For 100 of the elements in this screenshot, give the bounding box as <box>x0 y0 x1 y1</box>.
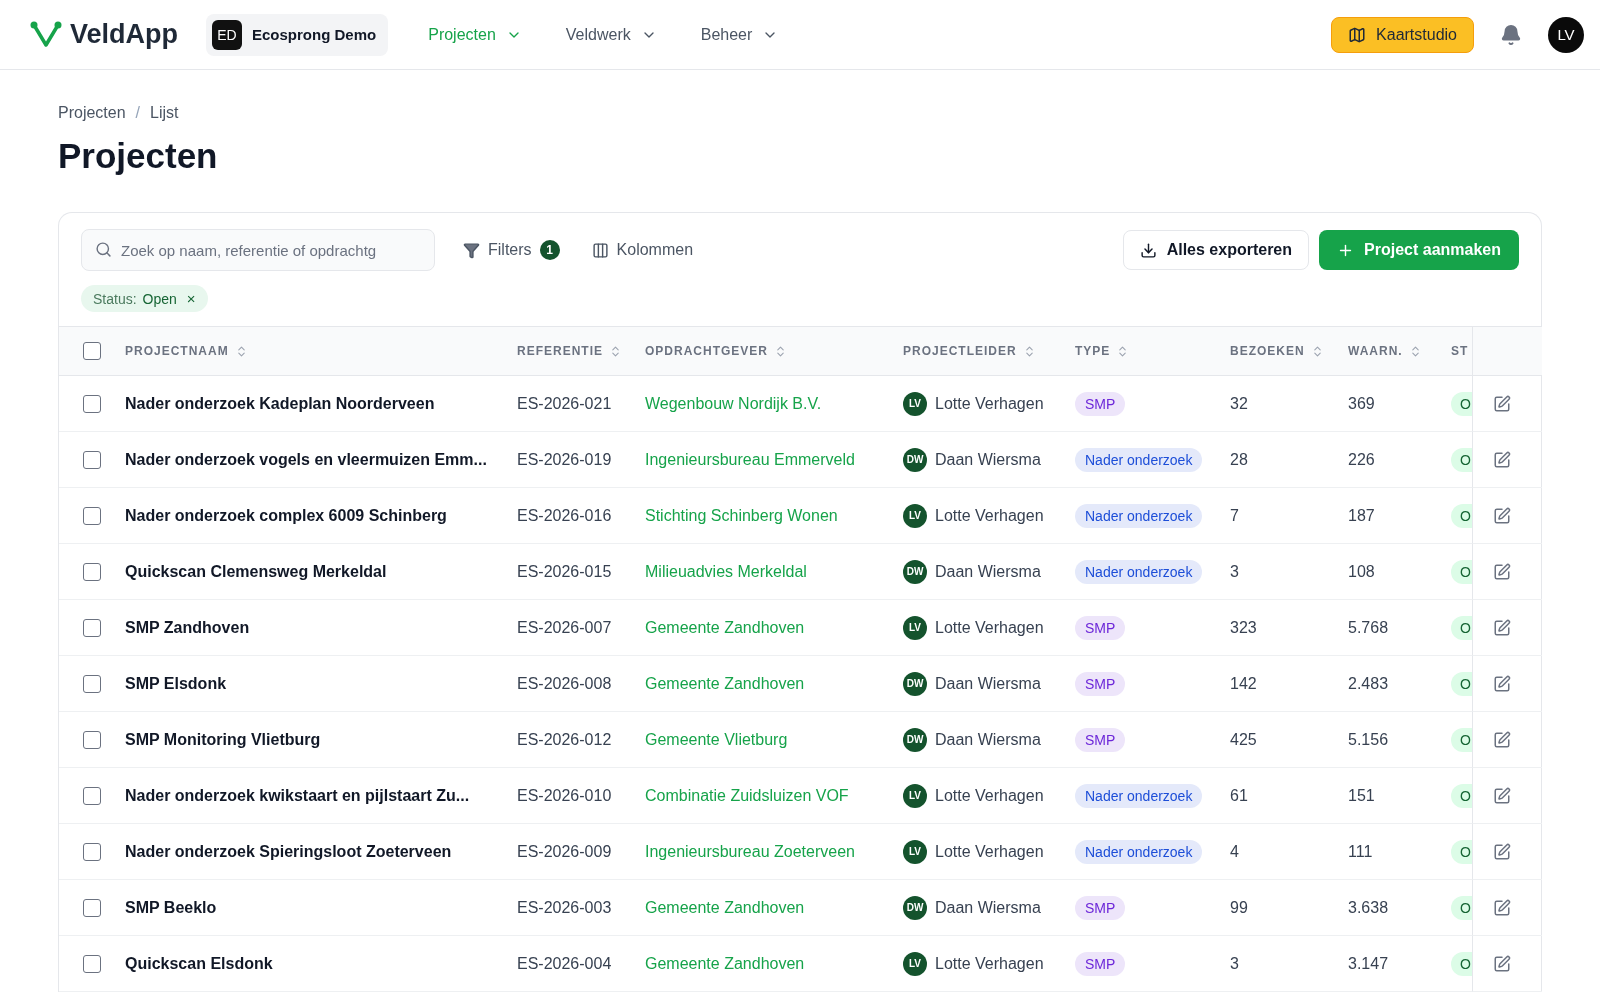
project-name[interactable]: Nader onderzoek kwikstaart en pijlstaart Zu... <box>125 786 470 805</box>
project-name[interactable]: Quickscan Clemensweg Merkeldal <box>125 562 387 581</box>
project-name[interactable]: SMP Zandhoven <box>125 618 250 637</box>
column-header[interactable]: PROJECTNAAM <box>125 326 517 376</box>
user-avatar[interactable]: LV <box>1548 16 1584 53</box>
column-header[interactable]: REFERENTIE <box>517 326 645 376</box>
type-tag: Nader onderzoek <box>1075 503 1203 528</box>
sort-icon <box>774 344 787 358</box>
filters-button[interactable]: Filters 1 <box>459 234 564 266</box>
edit-icon[interactable] <box>1493 730 1511 749</box>
row-checkbox[interactable] <box>83 898 101 917</box>
status-tag: O <box>1451 839 1472 864</box>
leader-name: Lotte Verhagen <box>935 786 1044 805</box>
reference-text: ES-2026-019 <box>517 450 612 469</box>
row-checkbox[interactable] <box>83 842 101 861</box>
edit-icon[interactable] <box>1493 898 1511 917</box>
nav-menu-item[interactable]: Beheer <box>696 19 783 50</box>
breadcrumb-item[interactable]: Projecten <box>58 104 126 122</box>
filter-count-badge: 1 <box>539 240 560 260</box>
leader-name: Lotte Verhagen <box>935 842 1044 861</box>
remove-filter-button[interactable]: × <box>182 290 196 307</box>
sort-icon <box>609 344 622 358</box>
column-header[interactable]: OPDRACHTGEVER <box>645 326 903 376</box>
workspace-switcher[interactable]: ED Ecosprong Demo <box>206 13 389 56</box>
type-tag: SMP <box>1075 671 1126 696</box>
row-checkbox[interactable] <box>83 618 101 637</box>
leader-name: Lotte Verhagen <box>935 954 1044 973</box>
leader-avatar: DW <box>903 727 927 752</box>
visits-count: 7 <box>1230 506 1239 525</box>
nav-menu-item[interactable]: Veldwerk <box>561 19 661 50</box>
project-name[interactable]: Nader onderzoek vogels en vleermuizen Emm... <box>125 450 487 469</box>
breadcrumb-item: Lijst <box>150 104 179 122</box>
project-name[interactable]: SMP Beeklo <box>125 898 217 917</box>
row-checkbox[interactable] <box>83 506 101 525</box>
leader-avatar: LV <box>903 839 927 864</box>
map-studio-button[interactable]: Kaartstudio <box>1331 16 1474 53</box>
reference-text: ES-2026-012 <box>517 730 612 749</box>
visits-count: 4 <box>1230 842 1239 861</box>
status-tag: O <box>1451 783 1472 808</box>
edit-icon[interactable] <box>1493 394 1511 413</box>
observations-count: 5.156 <box>1348 730 1389 749</box>
type-tag: Nader onderzoek <box>1075 839 1203 864</box>
leader-name: Daan Wiersma <box>935 674 1041 693</box>
observations-count: 187 <box>1348 506 1375 525</box>
row-checkbox[interactable] <box>83 954 101 973</box>
leader-avatar: LV <box>903 951 927 976</box>
column-header[interactable]: WAARN. <box>1348 326 1451 376</box>
visits-count: 3 <box>1230 954 1239 973</box>
columns-button[interactable]: Kolommen <box>587 235 698 265</box>
edit-icon[interactable] <box>1493 618 1511 637</box>
type-tag: SMP <box>1075 391 1126 416</box>
row-checkbox[interactable] <box>83 394 101 413</box>
leader-name: Lotte Verhagen <box>935 506 1044 525</box>
type-tag: SMP <box>1075 895 1126 920</box>
notification-bell-icon[interactable] <box>1500 23 1522 46</box>
edit-icon[interactable] <box>1493 786 1511 805</box>
type-tag: SMP <box>1075 727 1126 752</box>
row-checkbox[interactable] <box>83 730 101 749</box>
observations-count: 2.483 <box>1348 674 1389 693</box>
edit-icon[interactable] <box>1493 954 1511 973</box>
column-header[interactable]: TYPE <box>1075 326 1230 376</box>
edit-icon[interactable] <box>1493 562 1511 581</box>
visits-count: 3 <box>1230 562 1239 581</box>
workspace-badge: ED <box>212 19 242 50</box>
project-name[interactable]: SMP Monitoring Vlietburg <box>125 730 321 749</box>
filter-chip-label: Status: <box>93 290 137 307</box>
status-tag: O <box>1451 727 1472 752</box>
logo-icon <box>30 20 62 49</box>
type-tag: Nader onderzoek <box>1075 447 1203 472</box>
export-button[interactable]: Alles exporteren <box>1122 230 1310 270</box>
edit-icon[interactable] <box>1493 506 1511 525</box>
column-header[interactable]: ST <box>1451 326 1472 376</box>
visits-count: 61 <box>1230 786 1248 805</box>
observations-count: 108 <box>1348 562 1375 581</box>
observations-count: 111 <box>1348 842 1373 861</box>
column-header[interactable]: PROJECTLEIDER <box>903 326 1075 376</box>
search-icon <box>95 241 112 258</box>
select-all-checkbox[interactable] <box>83 342 101 360</box>
status-tag: O <box>1451 895 1472 920</box>
row-checkbox[interactable] <box>83 450 101 469</box>
edit-icon[interactable] <box>1493 450 1511 469</box>
leader-name: Daan Wiersma <box>935 898 1041 917</box>
row-checkbox[interactable] <box>83 786 101 805</box>
project-name[interactable]: SMP Elsdonk <box>125 674 227 693</box>
column-header[interactable]: BEZOEKEN <box>1230 326 1348 376</box>
project-name[interactable]: Nader onderzoek Kadeplan Noorderveen <box>125 394 435 413</box>
project-name[interactable]: Quickscan Elsdonk <box>125 954 273 973</box>
edit-icon[interactable] <box>1493 842 1511 861</box>
leader-name: Daan Wiersma <box>935 450 1041 469</box>
project-name[interactable]: Nader onderzoek complex 6009 Schinberg <box>125 506 447 525</box>
leader-avatar: LV <box>903 615 927 640</box>
row-checkbox[interactable] <box>83 562 101 581</box>
row-checkbox[interactable] <box>83 674 101 693</box>
search-field[interactable]: Zoek op naam, referentie of opdrachtg <box>81 229 435 271</box>
leader-name: Lotte Verhagen <box>935 618 1044 637</box>
project-name[interactable]: Nader onderzoek Spieringsloot Zoeterveen <box>125 842 452 861</box>
type-tag: Nader onderzoek <box>1075 559 1203 584</box>
observations-count: 5.768 <box>1348 618 1389 637</box>
type-tag: Nader onderzoek <box>1075 783 1203 808</box>
edit-icon[interactable] <box>1493 674 1511 693</box>
